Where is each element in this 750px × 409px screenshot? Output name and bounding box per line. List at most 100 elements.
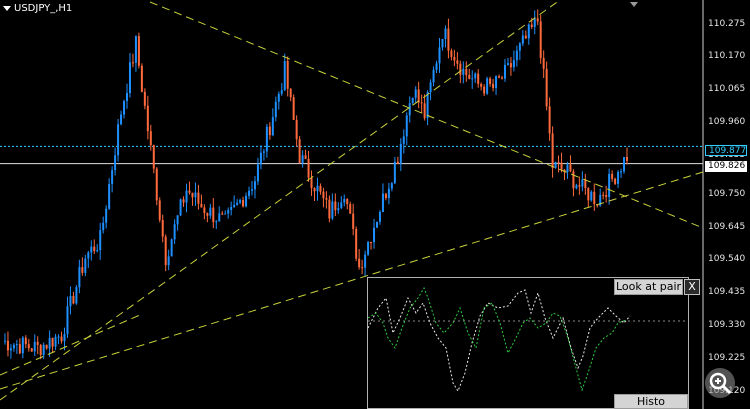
- candle-body: [137, 36, 140, 66]
- candle-body: [245, 195, 248, 207]
- candle-body: [581, 179, 584, 187]
- look-at-pair-button[interactable]: Look at pair: [614, 279, 683, 295]
- candle-body: [319, 185, 322, 192]
- candle-body: [45, 344, 48, 349]
- candle-body: [161, 219, 164, 237]
- candle-body: [364, 254, 367, 268]
- close-panel-button[interactable]: X: [684, 279, 700, 295]
- candle-body: [340, 202, 343, 209]
- candle-body: [21, 337, 24, 354]
- zoom-icon[interactable]: [705, 368, 735, 398]
- candle-body: [27, 344, 30, 349]
- candle-body: [503, 64, 506, 79]
- candle-body: [155, 168, 158, 201]
- candle-body: [346, 199, 349, 205]
- candle-body: [99, 230, 102, 251]
- candle-body: [262, 151, 265, 153]
- candle-body: [506, 63, 509, 65]
- candle-body: [301, 155, 304, 164]
- candle-body: [530, 24, 533, 28]
- candle-body: [54, 336, 57, 347]
- histo-button[interactable]: Histo: [614, 394, 688, 409]
- candle-body: [36, 341, 39, 345]
- candle-body: [572, 171, 575, 189]
- candle-body: [393, 161, 396, 184]
- candle-body: [521, 35, 524, 44]
- candle-body: [60, 336, 63, 342]
- candle-body: [396, 161, 399, 164]
- candle-body: [111, 170, 114, 184]
- chart-title: USDJPY_,H1: [3, 3, 72, 14]
- candle-body: [435, 63, 438, 70]
- candle-body: [75, 287, 78, 304]
- candle-body: [402, 136, 405, 144]
- bid-price-tag: 109.826: [705, 161, 747, 172]
- candle-body: [188, 190, 191, 193]
- candle-body: [444, 28, 447, 39]
- candle-body: [533, 18, 536, 28]
- candle-body: [239, 200, 242, 203]
- candle-body: [295, 119, 298, 140]
- candle-body: [179, 199, 182, 216]
- candle-body: [381, 193, 384, 213]
- candle-body: [102, 222, 105, 231]
- candle-body: [361, 267, 364, 269]
- candle-body: [462, 68, 465, 75]
- candle-body: [459, 63, 462, 75]
- candle-body: [495, 76, 498, 88]
- candle-body: [96, 250, 99, 252]
- candle-body: [477, 73, 480, 84]
- candle-body: [236, 202, 239, 205]
- chart-menu-icon[interactable]: [3, 6, 11, 11]
- candle-body: [578, 185, 581, 187]
- candle-body: [453, 56, 456, 61]
- candle-body: [209, 207, 212, 216]
- price-tick: 109.750: [708, 189, 746, 199]
- candle-body: [527, 24, 530, 39]
- oscillator-plot: [368, 286, 688, 393]
- candle-body: [548, 106, 551, 134]
- candle-body: [524, 35, 527, 39]
- candle-body: [274, 101, 277, 118]
- candle-body: [480, 83, 483, 87]
- candle-body: [489, 78, 492, 84]
- candle-body: [283, 61, 286, 91]
- candle-body: [242, 200, 245, 207]
- candle-body: [343, 199, 346, 203]
- candle-body: [265, 126, 268, 152]
- ask-price-tag: 109.877: [705, 145, 747, 156]
- candle-body: [140, 65, 143, 92]
- candle-body: [626, 157, 628, 161]
- candle-body: [114, 155, 117, 171]
- candle-body: [623, 157, 626, 172]
- candle-body: [143, 91, 146, 106]
- price-tick: 109.330: [708, 320, 746, 330]
- candle-body: [15, 344, 18, 346]
- candle-body: [325, 198, 328, 200]
- candle-body: [378, 212, 381, 222]
- osc-line-white: [368, 289, 631, 393]
- candle-body: [120, 114, 123, 125]
- candle-body: [569, 164, 572, 172]
- symbol-label: USDJPY_,H1: [14, 3, 73, 14]
- candle-body: [498, 76, 501, 78]
- candle-body: [117, 124, 120, 156]
- candle-body: [492, 83, 495, 88]
- candle-body: [259, 152, 262, 165]
- price-tick: 109.960: [708, 117, 746, 127]
- candle-body: [447, 28, 450, 51]
- candle-body: [212, 207, 215, 223]
- candle-body: [123, 101, 126, 115]
- candle-body: [78, 267, 81, 288]
- candle-body: [590, 191, 593, 201]
- candle-body: [105, 208, 108, 223]
- candle-body: [423, 103, 426, 119]
- candle-body: [248, 190, 251, 196]
- price-tick: 110.170: [708, 51, 746, 61]
- candle-body: [126, 93, 128, 102]
- candle-body: [167, 256, 170, 266]
- candle-body: [376, 221, 378, 228]
- trend-line: [0, 314, 141, 376]
- candle-body: [617, 171, 620, 184]
- candle-body: [134, 36, 137, 63]
